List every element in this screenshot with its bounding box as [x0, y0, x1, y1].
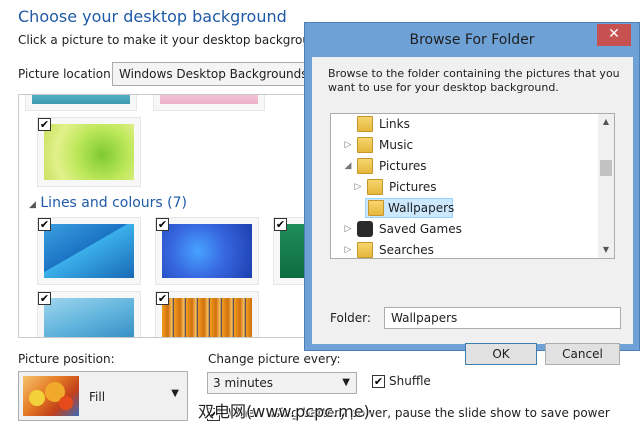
- folder-label: Folder:: [330, 311, 371, 325]
- shuffle-label: Shuffle: [389, 374, 431, 388]
- wallpaper-image: [44, 124, 134, 180]
- wallpaper-checkbox[interactable]: ✔: [38, 118, 51, 131]
- group-heading[interactable]: ◢ Lines and colours (7): [29, 195, 187, 211]
- page-description: Click a picture to make it your desktop …: [18, 33, 346, 47]
- wallpaper-thumb[interactable]: ✔: [37, 217, 141, 285]
- group-heading-label: Lines and colours (7): [40, 195, 188, 211]
- picture-location-select[interactable]: Windows Desktop Backgrounds: [112, 62, 312, 86]
- folder-icon: [368, 200, 384, 216]
- change-picture-label: Change picture every:: [208, 352, 341, 366]
- pictures-folder-icon: [357, 158, 373, 174]
- wallpaper-checkbox[interactable]: ✔: [274, 218, 287, 231]
- picture-position-value: Fill: [89, 390, 106, 404]
- expand-arrow-icon[interactable]: ▷: [353, 177, 363, 197]
- folder-input[interactable]: Wallpapers: [384, 307, 621, 329]
- page-title: Choose your desktop background: [18, 7, 287, 26]
- tree-scrollbar[interactable]: ▲ ▼: [598, 114, 614, 258]
- expand-arrow-icon[interactable]: ▷: [343, 135, 353, 155]
- wallpaper-image: [44, 298, 134, 337]
- wallpaper-checkbox[interactable]: ✔: [38, 218, 51, 231]
- wallpaper-checkbox[interactable]: ✔: [156, 218, 169, 231]
- wallpaper-checkbox[interactable]: ✔: [38, 292, 51, 305]
- wallpaper-thumb[interactable]: ✔: [155, 217, 259, 285]
- ok-button[interactable]: OK: [465, 343, 537, 365]
- wallpaper-thumb[interactable]: [153, 95, 265, 111]
- scrollbar-thumb[interactable]: [600, 160, 612, 176]
- wallpaper-thumb[interactable]: [25, 95, 137, 111]
- scroll-up-icon[interactable]: ▲: [598, 114, 614, 130]
- scroll-down-icon[interactable]: ▼: [598, 242, 614, 258]
- wallpaper-image: [44, 224, 134, 278]
- picture-position-select[interactable]: Fill ▼: [18, 371, 188, 421]
- tree-item-label: Wallpapers: [388, 201, 455, 215]
- wallpaper-image: [32, 95, 130, 104]
- flower-shape: [59, 396, 73, 410]
- cancel-button[interactable]: Cancel: [545, 343, 620, 365]
- wallpaper-gallery[interactable]: ✔ ◢ Lines and colours (7) ✔ ✔ ✔ ✔ ✔: [18, 94, 318, 338]
- expand-arrow-icon[interactable]: ▷: [343, 219, 353, 239]
- wallpaper-thumb[interactable]: ✔: [37, 117, 141, 187]
- browse-for-folder-dialog[interactable]: Browse For Folder ✕ Browse to the folder…: [304, 22, 640, 365]
- wallpaper-image: [162, 298, 252, 337]
- flower-shape: [29, 390, 45, 406]
- dialog-description: Browse to the folder containing the pict…: [328, 67, 620, 94]
- expand-arrow-icon[interactable]: ▷: [343, 240, 353, 258]
- position-preview-image: [23, 376, 79, 416]
- tree-item-wallpapers[interactable]: Wallpapers: [365, 198, 455, 218]
- folder-icon: [367, 179, 383, 195]
- wallpaper-thumb[interactable]: ✔: [155, 291, 259, 337]
- tree-item-label: Pictures: [379, 159, 427, 173]
- picture-position-label: Picture position:: [18, 352, 115, 366]
- tree-item-label: Music: [379, 138, 414, 152]
- chevron-down-icon: ▼: [171, 388, 179, 399]
- shuffle-checkbox[interactable]: ✔: [372, 375, 385, 388]
- collapse-arrow-icon[interactable]: ◢: [343, 156, 353, 176]
- watermark-text: 双电网(www.pcpc.me): [198, 402, 370, 421]
- close-icon: ✕: [608, 26, 620, 42]
- music-folder-icon: [357, 137, 373, 153]
- wallpaper-checkbox[interactable]: ✔: [156, 292, 169, 305]
- change-picture-select[interactable]: 3 minutes ▼: [207, 372, 357, 394]
- tree-item-label: Links: [379, 117, 410, 131]
- wallpaper-image: [162, 224, 252, 278]
- chevron-down-icon: ▼: [342, 377, 350, 388]
- dialog-title: Browse For Folder: [409, 32, 535, 48]
- tree-item-label: Saved Games: [379, 222, 462, 236]
- tree-item-label: Pictures: [389, 180, 437, 194]
- picture-location-label: Picture location:: [18, 67, 115, 81]
- dialog-body: Browse to the folder containing the pict…: [312, 57, 633, 365]
- wallpaper-image: [160, 95, 258, 104]
- folder-tree[interactable]: Links ▷ Music ◢ Pictures ▷ Pictures Wall…: [330, 113, 615, 259]
- searches-icon: [357, 242, 373, 258]
- tree-item-label: Searches: [379, 243, 434, 257]
- collapse-icon[interactable]: ◢: [29, 200, 36, 210]
- links-folder-icon: [357, 116, 373, 132]
- wallpaper-thumb[interactable]: ✔: [37, 291, 141, 337]
- saved-games-icon: [357, 221, 373, 237]
- change-picture-value: 3 minutes: [213, 376, 274, 390]
- close-button[interactable]: ✕: [597, 24, 631, 46]
